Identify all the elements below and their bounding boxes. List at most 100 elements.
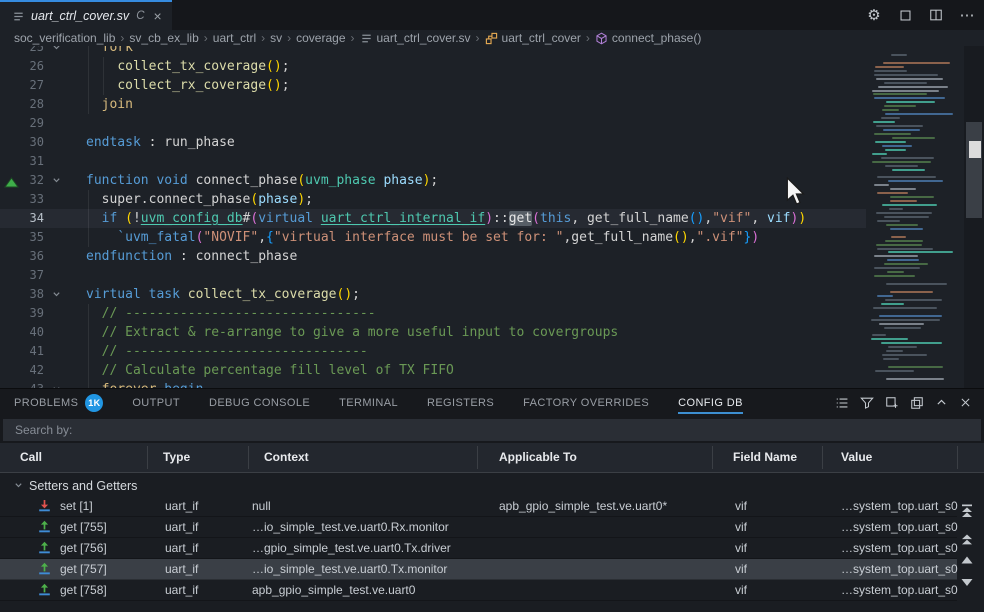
group-row-setters-and-getters[interactable]: Setters and Getters (0, 475, 957, 496)
minimap-line (886, 283, 947, 285)
editor-scrollbar[interactable] (964, 46, 984, 388)
page-up-icon[interactable] (961, 533, 973, 546)
code-line[interactable]: // Extract & re-arrange to give a more u… (86, 323, 618, 342)
set-icon (38, 499, 51, 512)
code-line[interactable]: forever begin (86, 380, 203, 388)
line-number: 42 (0, 361, 44, 380)
code-line[interactable]: endtask : run_phase (86, 133, 235, 152)
filter-icon[interactable] (860, 396, 874, 410)
code-token: : (172, 249, 195, 264)
breadcrumb-label: soc_verification_lib (14, 31, 115, 45)
panel-tab-problems[interactable]: PROBLEMS1K (14, 388, 103, 418)
line-number: 31 (0, 152, 44, 171)
minimap-line (876, 78, 943, 80)
code-line[interactable]: endfunction : connect_phase (86, 247, 297, 266)
breadcrumb-item-uart-ctrl-cover[interactable]: uart_ctrl_cover (485, 31, 581, 45)
minimap-line (873, 121, 895, 123)
column-header-value[interactable]: Value (841, 450, 872, 464)
split-editor-icon[interactable] (927, 6, 945, 24)
close-tab-icon[interactable]: × (154, 9, 162, 23)
breadcrumb-item-soc-verification-lib[interactable]: soc_verification_lib (14, 31, 115, 45)
table-row-get-757-[interactable]: get [757]uart_if…io_simple_test.ve.uart0… (0, 559, 957, 580)
code-editor[interactable]: 25 fork26 collect_tx_coverage();27 colle… (0, 46, 984, 388)
cell-call: get [758] (60, 583, 107, 597)
code-token: uvm_config_db (141, 211, 243, 226)
code-line[interactable]: collect_rx_coverage(); (86, 76, 290, 95)
tab-title: uart_ctrl_cover.sv (31, 9, 129, 23)
close-panel-icon[interactable] (959, 396, 972, 409)
code-line[interactable]: // Calculate percentage fill level of TX… (86, 361, 454, 380)
fold-chevron-icon[interactable] (52, 285, 64, 304)
tab-uart-ctrl-cover[interactable]: uart_ctrl_cover.sv C × (0, 0, 172, 30)
minimap-line (875, 141, 906, 143)
code-line[interactable]: virtual task collect_tx_coverage(); (86, 285, 360, 304)
code-line[interactable]: // ------------------------------- (86, 342, 368, 361)
cell-value: …system_top.uart_s0 (841, 499, 958, 513)
code-line[interactable]: fork (86, 46, 133, 57)
breadcrumb-item-sv-cb-ex-lib[interactable]: sv_cb_ex_lib (129, 31, 198, 45)
more-actions-icon[interactable]: ⋯ (958, 6, 976, 24)
get-icon (38, 520, 51, 533)
line-number: 30 (0, 133, 44, 152)
scrollbar-thumb[interactable] (966, 122, 982, 218)
step-down-icon[interactable] (961, 576, 973, 589)
cell-type: uart_if (165, 520, 198, 534)
breadcrumb-label: uart_ctrl_cover (502, 31, 581, 45)
code-token: get (509, 211, 532, 226)
breadcrumb-separator: › (287, 31, 291, 45)
minimap-line (882, 145, 912, 147)
chevron-down-icon[interactable] (14, 481, 23, 490)
table-row-get-756-[interactable]: get [756]uart_if…gpio_simple_test.ve.uar… (0, 538, 957, 559)
column-header-call[interactable]: Call (20, 450, 42, 464)
panel-tab-output[interactable]: OUTPUT (132, 391, 180, 415)
breadcrumb-item-connect-phase-[interactable]: connect_phase() (595, 31, 701, 45)
panel-tab-terminal[interactable]: TERMINAL (339, 391, 398, 415)
code-line[interactable]: super.connect_phase(phase); (86, 190, 313, 209)
column-header-field-name[interactable]: Field Name (733, 450, 797, 464)
table-row-get-755-[interactable]: get [755]uart_if…io_simple_test.ve.uart0… (0, 517, 957, 538)
scroll-top-icon[interactable] (961, 504, 973, 517)
code-line[interactable]: if (!uvm_config_db#(virtual uart_ctrl_in… (86, 209, 806, 228)
copy-icon[interactable] (910, 396, 924, 410)
code-token: virtual (258, 211, 313, 226)
minimap-line (871, 338, 908, 340)
minimap[interactable] (868, 46, 962, 388)
fold-chevron-icon[interactable] (52, 171, 64, 190)
step-up-icon[interactable] (961, 554, 973, 567)
code-line[interactable]: function void connect_phase(uvm_phase ph… (86, 171, 438, 190)
code-line[interactable]: `uvm_fatal("NOVIF",{"virtual interface m… (86, 228, 759, 247)
restore-window-icon[interactable] (896, 6, 914, 24)
code-line[interactable]: join (86, 95, 133, 114)
code-line[interactable]: collect_tx_coverage(); (86, 57, 290, 76)
code-token: "virtual interface must be set for: " (274, 230, 564, 245)
panel-tab-label: PROBLEMS (14, 397, 78, 409)
breadcrumb-item-coverage[interactable]: coverage (296, 31, 345, 45)
code-token: uart_ctrl_internal_if (321, 211, 485, 226)
search-input[interactable] (3, 419, 981, 441)
table-row-set-1-[interactable]: set [1]uart_ifnullapb_gpio_simple_test.v… (0, 496, 957, 517)
column-header-type[interactable]: Type (163, 450, 190, 464)
panel-tab-factory-overrides[interactable]: FACTORY OVERRIDES (523, 391, 649, 415)
panel-tab-config-db[interactable]: CONFIG DB (678, 391, 743, 415)
minimap-line (885, 149, 906, 151)
panel-tab-debug-console[interactable]: DEBUG CONSOLE (209, 391, 310, 415)
list-view-icon[interactable] (835, 396, 849, 410)
fold-chevron-icon[interactable] (52, 46, 64, 57)
line-number: 29 (0, 114, 44, 133)
line-number: 35 (0, 228, 44, 247)
column-header-applicable-to[interactable]: Applicable To (499, 450, 577, 464)
panel-tab-registers[interactable]: REGISTERS (427, 391, 494, 415)
code-line[interactable]: // -------------------------------- (86, 304, 376, 323)
breadcrumb-item-sv[interactable]: sv (270, 31, 282, 45)
collapse-panel-icon[interactable] (935, 396, 948, 409)
table-row-get-758-[interactable]: get [758]uart_ifapb_gpio_simple_test.ve.… (0, 580, 957, 601)
settings-icon[interactable]: ⚙ (865, 6, 883, 24)
column-header-context[interactable]: Context (264, 450, 309, 464)
minimap-line (885, 113, 953, 115)
minimap-line (874, 255, 918, 257)
breadcrumb-item-uart-ctrl-cover-sv[interactable]: uart_ctrl_cover.sv (360, 31, 471, 45)
breadcrumb-item-uart-ctrl[interactable]: uart_ctrl (213, 31, 256, 45)
column-separator (822, 446, 823, 469)
open-new-window-icon[interactable] (885, 396, 899, 410)
code-token (141, 287, 149, 302)
